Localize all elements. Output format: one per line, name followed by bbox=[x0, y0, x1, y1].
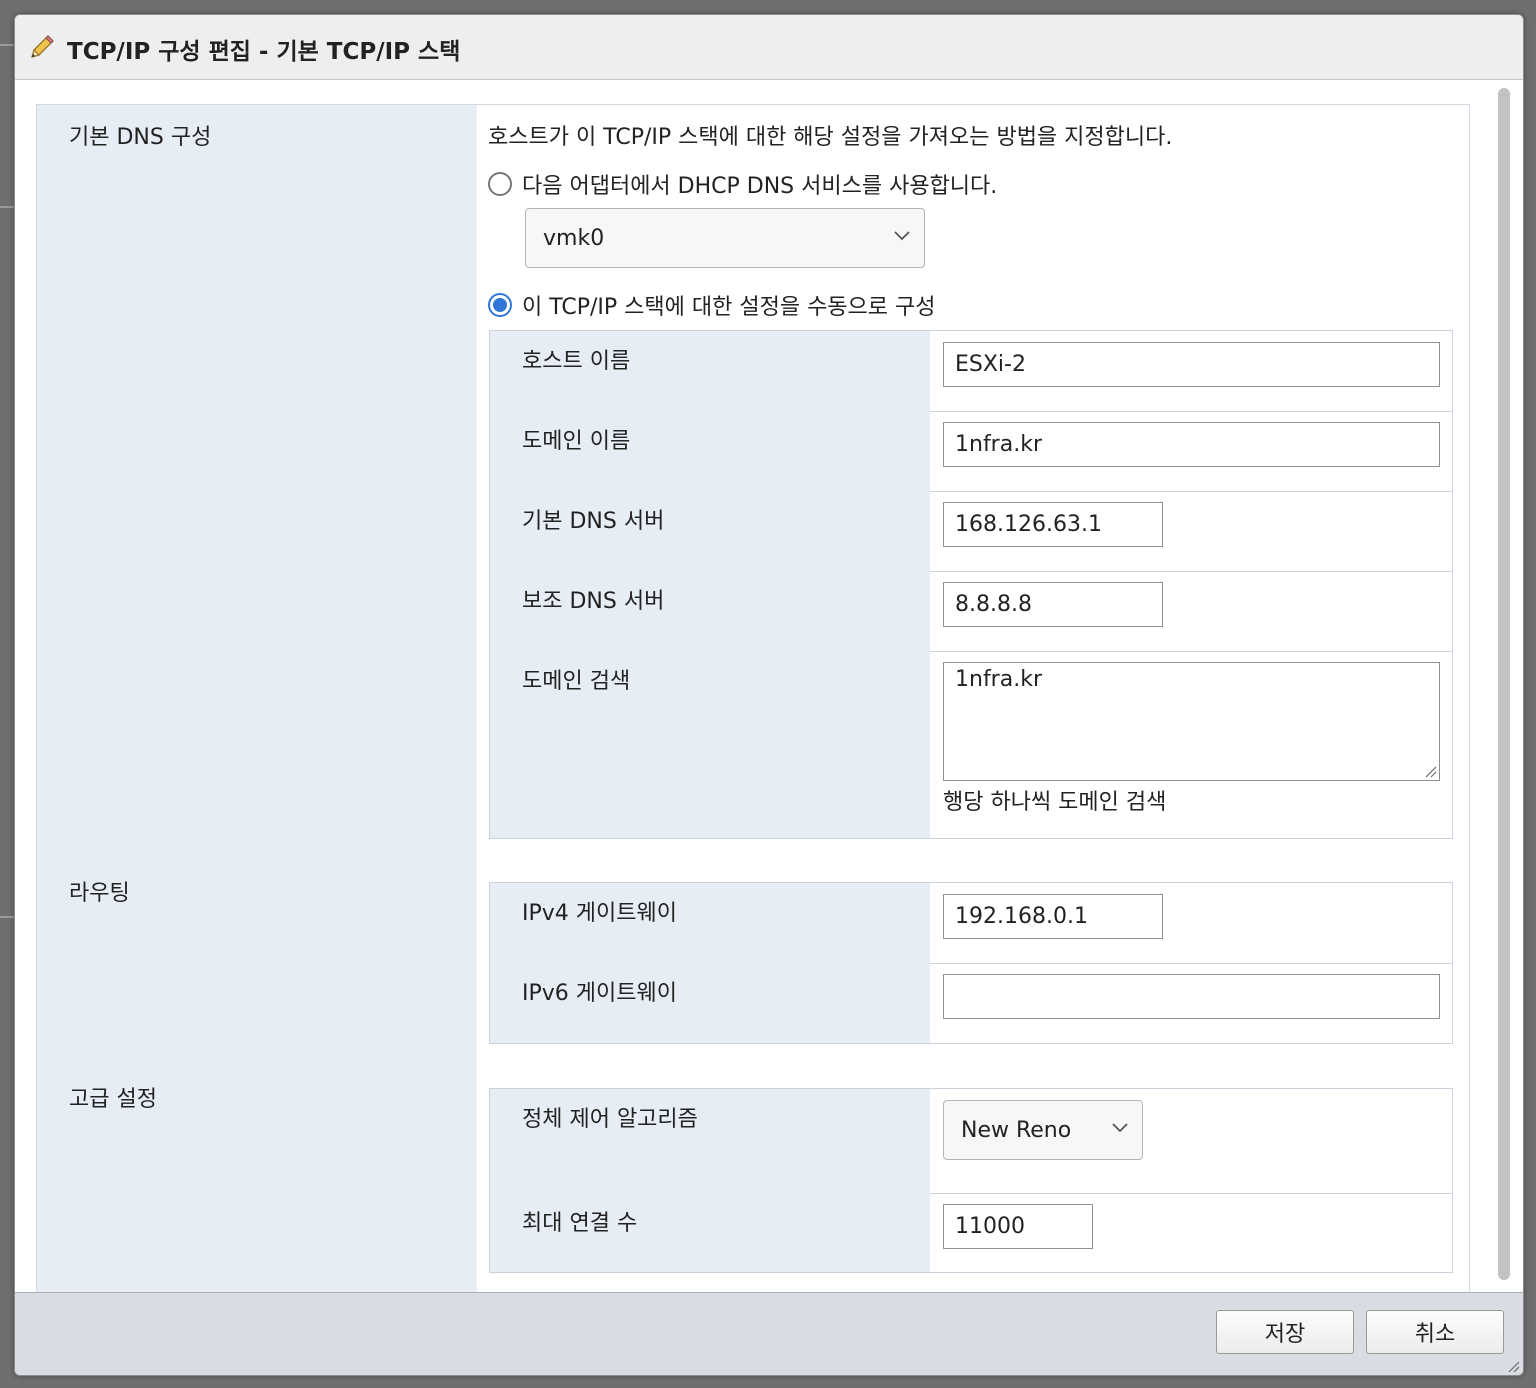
routing-section: 라우팅 IPv4 게이트웨이 192.168.0.1 IPv6 게이트웨이 bbox=[36, 861, 1470, 1068]
advanced-section: 고급 설정 정체 제어 알고리즘 New Reno 최대 연결 수 11000 bbox=[36, 1067, 1470, 1292]
row-label-cell: IPv6 게이트웨이 bbox=[490, 963, 930, 1043]
primary-dns-row: 기본 DNS 서버 168.126.63.1 bbox=[490, 491, 1452, 572]
row-label-cell: 기본 DNS 서버 bbox=[490, 491, 930, 571]
backdrop-edge bbox=[0, 916, 14, 918]
dialog-content: 기본 DNS 구성 호스트가 이 TCP/IP 스택에 대한 해당 설정을 가져… bbox=[15, 80, 1523, 1292]
ipv6-gateway-label: IPv6 게이트웨이 bbox=[522, 981, 677, 1006]
ipv4-gateway-label: IPv4 게이트웨이 bbox=[522, 901, 677, 926]
secondary-dns-input[interactable]: 8.8.8.8 bbox=[943, 582, 1163, 627]
resize-grip-icon[interactable] bbox=[1506, 1359, 1520, 1373]
congestion-control-row: 정체 제어 알고리즘 New Reno bbox=[490, 1089, 1452, 1194]
host-name-label: 호스트 이름 bbox=[522, 349, 631, 374]
domain-name-label: 도메인 이름 bbox=[522, 429, 631, 454]
primary-dns-input[interactable]: 168.126.63.1 bbox=[943, 502, 1163, 547]
row-label-cell: 정체 제어 알고리즘 bbox=[490, 1089, 930, 1193]
routing-section-label: 라우팅 bbox=[69, 881, 130, 906]
congestion-control-value: New Reno bbox=[961, 1117, 1072, 1143]
domain-name-row: 도메인 이름 1nfra.kr bbox=[490, 411, 1452, 492]
max-connections-input[interactable]: 11000 bbox=[943, 1204, 1093, 1249]
dhcp-dns-option[interactable]: 다음 어댑터에서 DHCP DNS 서비스를 사용합니다. bbox=[488, 169, 997, 199]
manual-dns-option[interactable]: 이 TCP/IP 스택에 대한 설정을 수동으로 구성 bbox=[488, 290, 936, 320]
dhcp-dns-radio[interactable] bbox=[488, 172, 512, 196]
adapter-select-value: vmk0 bbox=[543, 225, 605, 251]
primary-dns-label: 기본 DNS 서버 bbox=[522, 509, 665, 534]
advanced-section-label: 고급 설정 bbox=[69, 1087, 157, 1112]
row-label-cell: IPv4 게이트웨이 bbox=[490, 883, 930, 963]
host-name-row: 호스트 이름 ESXi-2 bbox=[490, 331, 1452, 412]
section-label-column: 라우팅 bbox=[37, 861, 477, 1067]
manual-dns-radio[interactable] bbox=[488, 293, 512, 317]
section-label-column: 고급 설정 bbox=[37, 1067, 477, 1292]
pencil-icon bbox=[31, 35, 54, 58]
ipv6-gateway-input[interactable] bbox=[943, 974, 1440, 1019]
backdrop-edge bbox=[0, 206, 14, 208]
dns-section-label: 기본 DNS 구성 bbox=[69, 125, 212, 150]
dialog-footer: 저장 취소 bbox=[15, 1292, 1523, 1375]
host-name-input[interactable]: ESXi-2 bbox=[943, 342, 1440, 387]
ipv4-gateway-row: IPv4 게이트웨이 192.168.0.1 bbox=[490, 883, 1452, 964]
row-label-cell: 도메인 검색 bbox=[490, 651, 930, 838]
manual-dns-table: 호스트 이름 ESXi-2 도메인 이름 1nfra.kr 기본 DNS 서버 … bbox=[489, 330, 1453, 839]
search-domains-value: 1nfra.kr bbox=[955, 667, 1042, 692]
dns-section: 기본 DNS 구성 호스트가 이 TCP/IP 스택에 대한 해당 설정을 가져… bbox=[36, 104, 1470, 863]
search-domains-label: 도메인 검색 bbox=[522, 669, 631, 694]
manual-dns-label: 이 TCP/IP 스택에 대한 설정을 수동으로 구성 bbox=[522, 295, 936, 320]
ipv4-gateway-input[interactable]: 192.168.0.1 bbox=[943, 894, 1163, 939]
advanced-table: 정체 제어 알고리즘 New Reno 최대 연결 수 11000 bbox=[489, 1088, 1453, 1273]
row-label-cell: 호스트 이름 bbox=[490, 331, 930, 411]
dhcp-dns-label: 다음 어댑터에서 DHCP DNS 서비스를 사용합니다. bbox=[522, 174, 998, 199]
search-domains-hint: 행당 하나씩 도메인 검색 bbox=[943, 790, 1167, 815]
ipv6-gateway-row: IPv6 게이트웨이 bbox=[490, 963, 1452, 1043]
dialog-title: TCP/IP 구성 편집 - 기본 TCP/IP 스택 bbox=[67, 39, 461, 65]
cancel-button[interactable]: 취소 bbox=[1366, 1310, 1504, 1354]
congestion-control-label: 정체 제어 알고리즘 bbox=[522, 1107, 698, 1132]
row-label-cell: 보조 DNS 서버 bbox=[490, 571, 930, 651]
dialog-titlebar: TCP/IP 구성 편집 - 기본 TCP/IP 스택 bbox=[15, 15, 1523, 80]
secondary-dns-row: 보조 DNS 서버 8.8.8.8 bbox=[490, 571, 1452, 652]
section-label-column: 기본 DNS 구성 bbox=[37, 105, 477, 862]
save-button[interactable]: 저장 bbox=[1216, 1310, 1354, 1354]
edit-tcpip-dialog: TCP/IP 구성 편집 - 기본 TCP/IP 스택 기본 DNS 구성 호스… bbox=[14, 14, 1524, 1376]
routing-table: IPv4 게이트웨이 192.168.0.1 IPv6 게이트웨이 bbox=[489, 882, 1453, 1044]
adapter-select[interactable]: vmk0 bbox=[525, 208, 925, 268]
scrollbar-thumb[interactable] bbox=[1498, 88, 1510, 1280]
max-connections-row: 최대 연결 수 11000 bbox=[490, 1193, 1452, 1272]
search-domains-textarea[interactable]: 1nfra.kr bbox=[943, 662, 1440, 781]
row-label-cell: 도메인 이름 bbox=[490, 411, 930, 491]
max-connections-label: 최대 연결 수 bbox=[522, 1211, 638, 1236]
chevron-down-icon bbox=[894, 231, 910, 241]
dns-description: 호스트가 이 TCP/IP 스택에 대한 해당 설정을 가져오는 방법을 지정합… bbox=[488, 125, 1173, 150]
backdrop-edge bbox=[0, 44, 14, 46]
resize-grip-icon[interactable] bbox=[1423, 764, 1437, 778]
secondary-dns-label: 보조 DNS 서버 bbox=[522, 589, 665, 614]
domain-name-input[interactable]: 1nfra.kr bbox=[943, 422, 1440, 467]
congestion-control-select[interactable]: New Reno bbox=[943, 1100, 1143, 1160]
row-label-cell: 최대 연결 수 bbox=[490, 1193, 930, 1272]
chevron-down-icon bbox=[1112, 1123, 1128, 1133]
search-domains-row: 도메인 검색 1nfra.kr 행당 하나씩 도메인 검색 bbox=[490, 651, 1452, 838]
